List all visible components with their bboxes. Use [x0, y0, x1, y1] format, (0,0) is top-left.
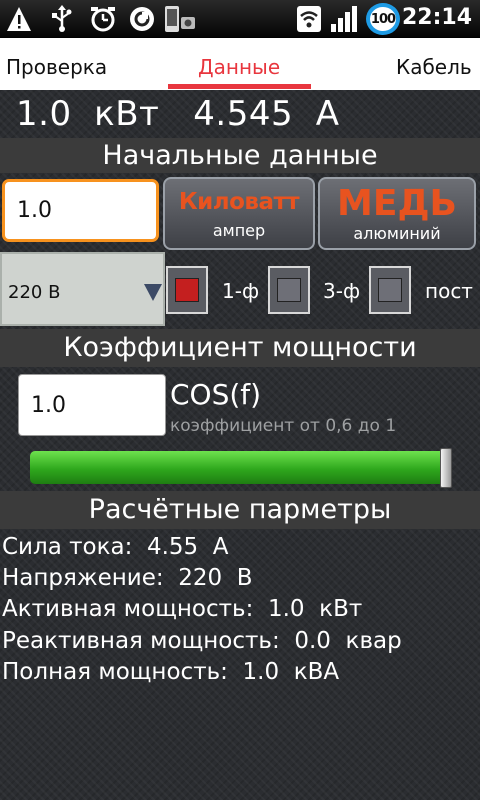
tab-check[interactable]: Проверка	[6, 55, 107, 79]
result-reactive-power: Реактивная мощность: 0.0 квар	[2, 628, 402, 654]
unit-toggle-button[interactable]: Киловатт ампер	[163, 177, 315, 250]
radio-three-phase-label: 3-ф	[323, 279, 361, 303]
radio-single-phase-label: 1-ф	[222, 279, 260, 303]
radio-unchecked-icon	[378, 278, 402, 302]
tab-bar: Проверка Данные Кабель	[0, 38, 480, 90]
result-active-power: Активная мощность: 1.0 кВт	[2, 596, 363, 622]
power-factor-slider[interactable]	[30, 451, 446, 484]
usb-icon	[52, 5, 72, 32]
cos-input[interactable]: 1.0	[18, 374, 166, 436]
cos-label: COS(f)	[170, 378, 262, 411]
radio-unchecked-icon	[277, 278, 301, 302]
sync-icon	[130, 7, 154, 31]
voltage-select-value: 220 В	[8, 282, 61, 303]
radio-three-phase[interactable]	[268, 266, 310, 314]
result-voltage: Напряжение: 220 В	[2, 565, 253, 591]
metal-toggle-main: МЕДЬ	[337, 183, 457, 224]
warning-icon	[7, 7, 31, 31]
active-tab-indicator	[168, 84, 311, 89]
battery-icon: 100	[366, 3, 400, 35]
screenshot-icon	[165, 6, 195, 32]
cos-input-value: 1.0	[31, 392, 66, 418]
metal-toggle-sub: алюминий	[353, 224, 441, 243]
voltage-select[interactable]: 220 В	[0, 252, 165, 326]
tab-data[interactable]: Данные	[198, 55, 280, 79]
section-title-results: Расчётные парметры	[0, 491, 480, 529]
radio-dc[interactable]	[369, 266, 411, 314]
wifi-icon	[297, 6, 321, 32]
cos-hint: коэффициент от 0,6 до 1	[170, 416, 397, 436]
radio-dc-label: пост	[425, 279, 473, 303]
power-factor-slider-fill	[30, 451, 446, 484]
power-factor-slider-thumb[interactable]	[440, 448, 452, 488]
metal-toggle-button[interactable]: МЕДЬ алюминий	[318, 177, 476, 250]
section-title-initial: Начальные данные	[0, 138, 480, 173]
section-title-power-factor: Коэффициент мощности	[0, 329, 480, 367]
unit-toggle-sub: ампер	[212, 221, 266, 240]
result-apparent-power: Полная мощность: 1.0 кВА	[2, 659, 340, 685]
status-bar: 100 22:14	[0, 0, 480, 38]
signal-icon	[331, 6, 357, 32]
result-current: Сила тока: 4.55 А	[2, 534, 229, 560]
alarm-icon	[91, 7, 115, 32]
unit-toggle-main: Киловатт	[178, 189, 300, 215]
clock: 22:14	[401, 5, 472, 30]
power-input[interactable]: 1.0	[2, 179, 159, 242]
radio-checked-icon	[175, 278, 199, 302]
result-headline: 1.0 кВт 4.545 А	[16, 94, 340, 134]
dropdown-arrow-icon	[144, 284, 162, 301]
tab-cable[interactable]: Кабель	[396, 55, 472, 79]
power-input-value: 1.0	[17, 198, 52, 223]
radio-single-phase[interactable]	[166, 266, 208, 314]
